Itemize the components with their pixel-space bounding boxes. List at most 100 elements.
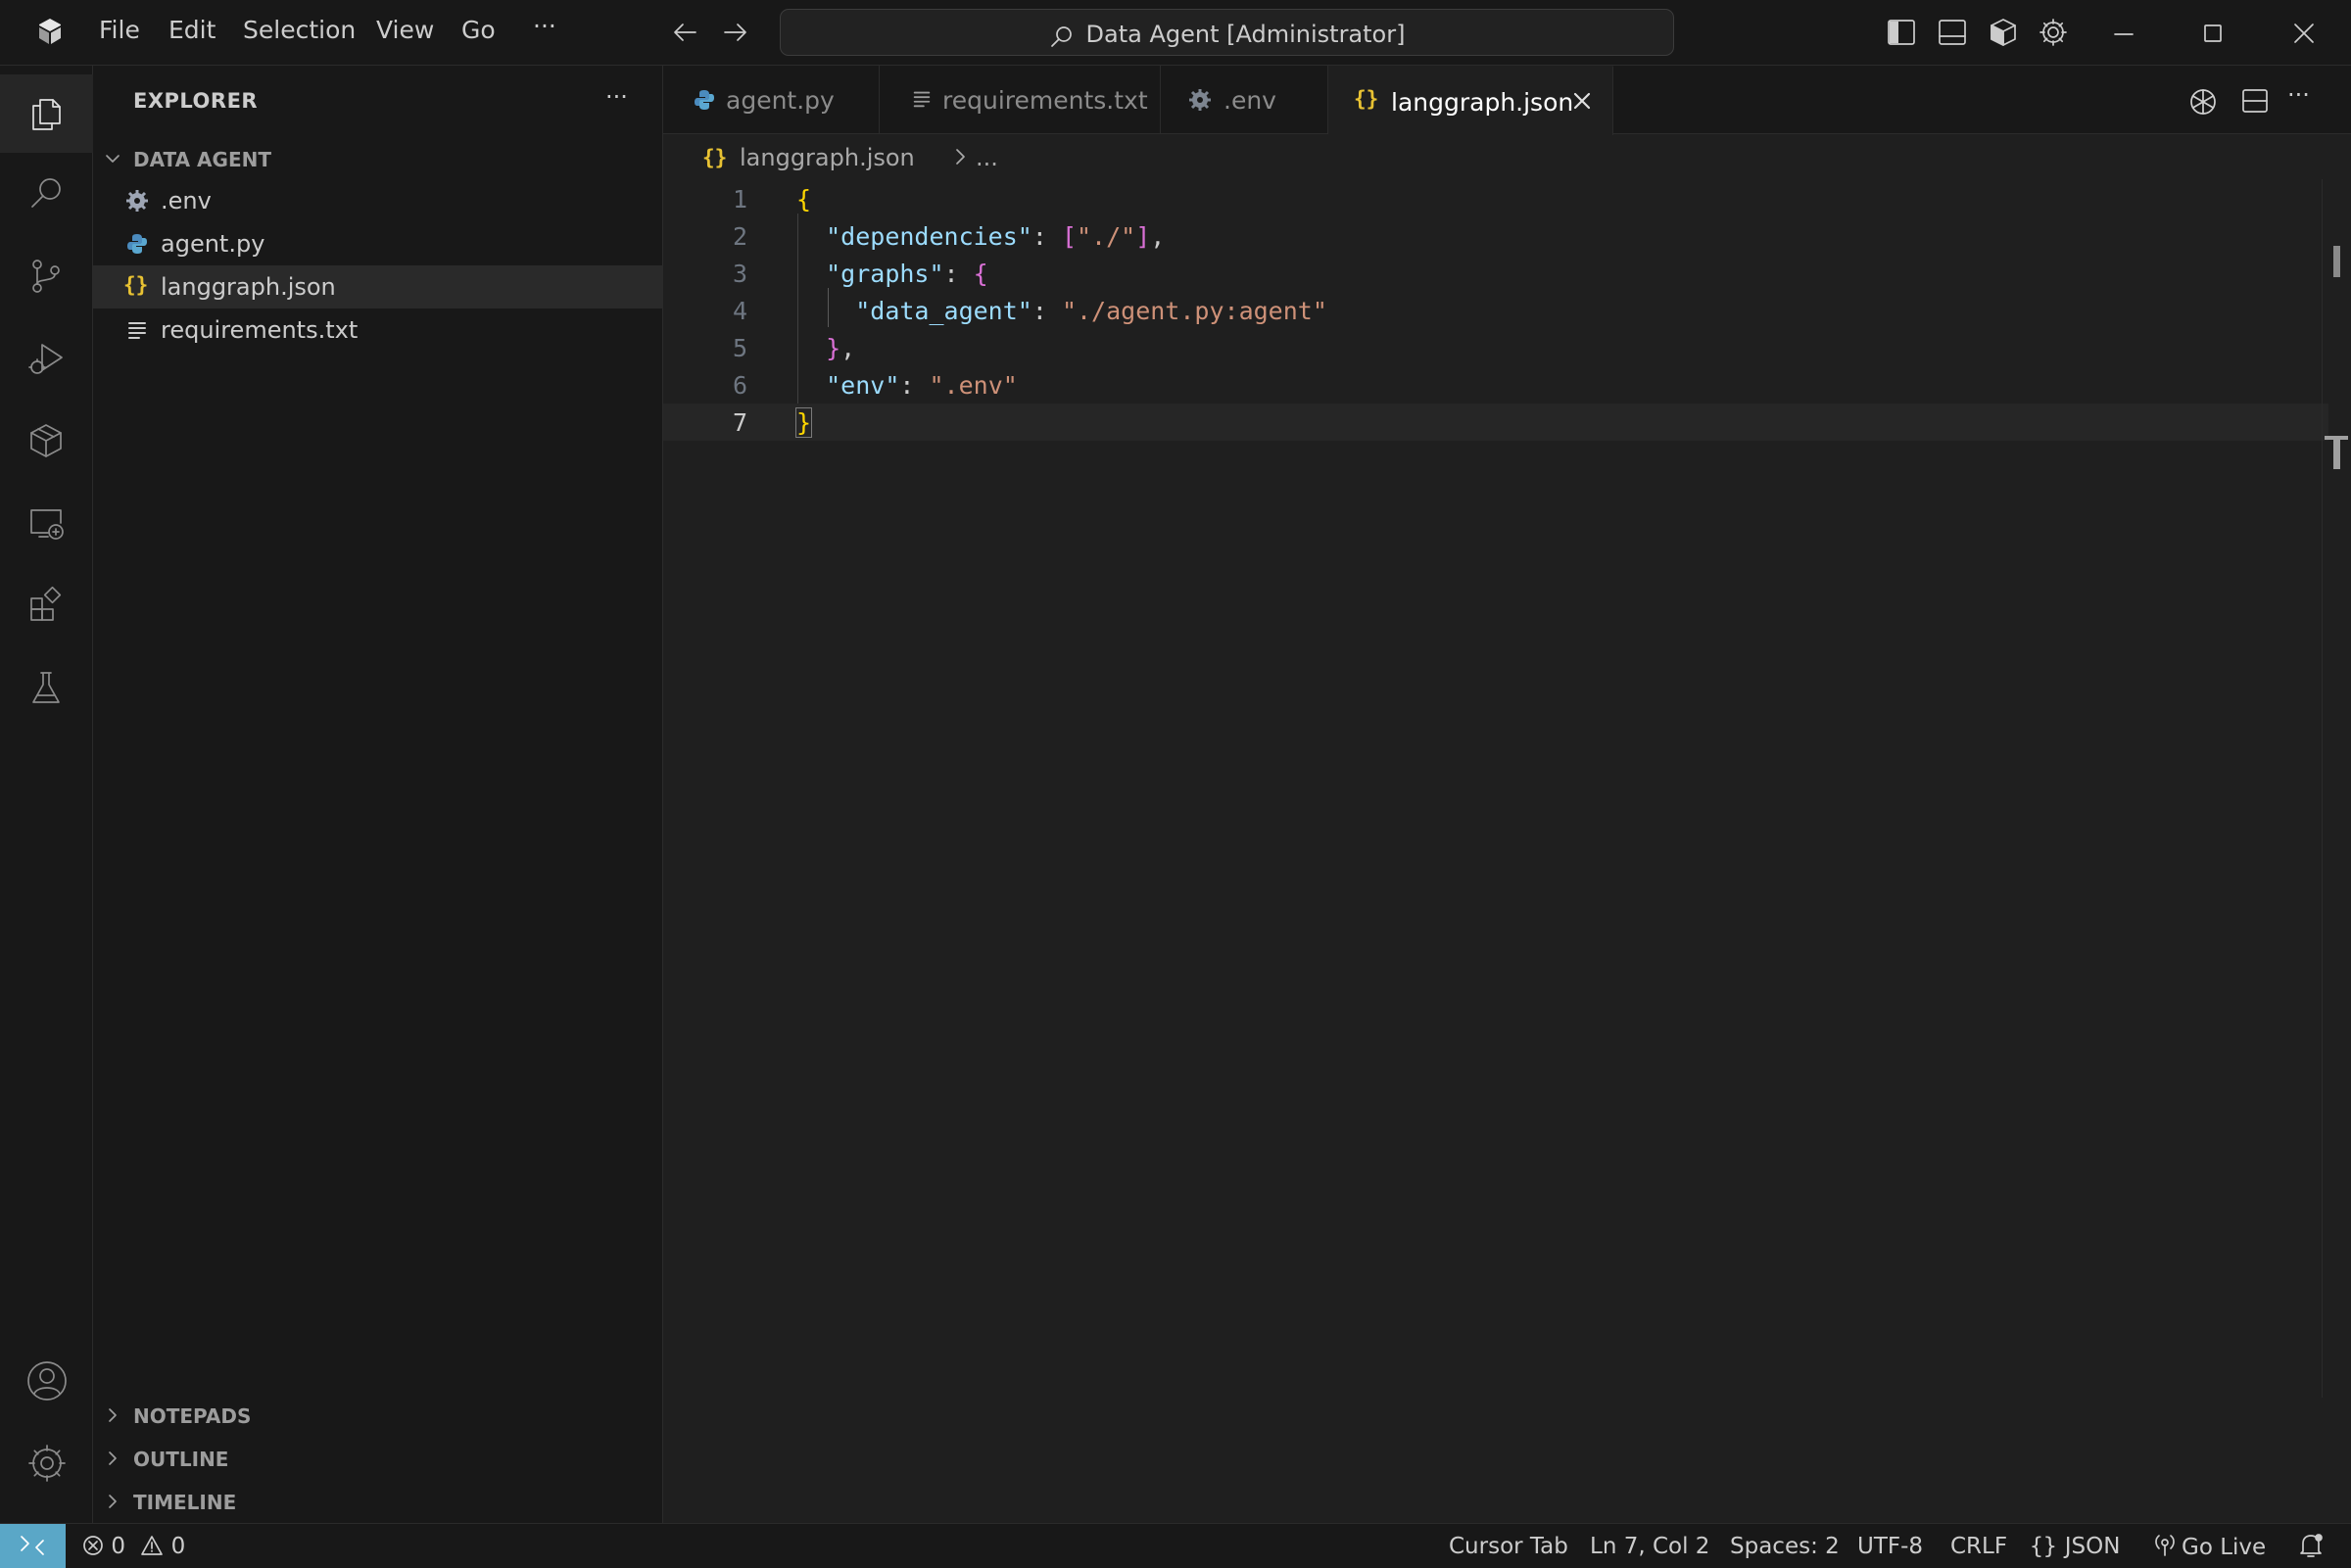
close-tab-icon[interactable]	[1570, 89, 1594, 113]
section-label: NOTEPADS	[133, 1404, 252, 1428]
section-timeline[interactable]: TIMELINE	[93, 1482, 663, 1521]
json-colon: :	[1032, 297, 1062, 325]
explorer-more-actions[interactable]: ···	[605, 83, 628, 111]
json-icon: {}	[1354, 87, 1379, 111]
warning-count: 0	[170, 1534, 186, 1559]
title-bar: File Edit Selection View Go ··· Data Age…	[0, 0, 2351, 66]
section-outline[interactable]: OUTLINE	[93, 1439, 663, 1478]
breadcrumb-symbol[interactable]: ...	[976, 144, 998, 171]
tab-langgraph-json[interactable]: {} langgraph.json	[1328, 66, 1613, 135]
remote-indicator[interactable]	[0, 1524, 66, 1568]
folder-header-data-agent[interactable]: DATA AGENT	[93, 139, 663, 178]
chevron-right-icon	[103, 1405, 122, 1425]
json-brace: {	[973, 260, 988, 288]
tab-env[interactable]: .env	[1161, 66, 1328, 134]
menu-view[interactable]: View	[376, 16, 434, 44]
menu-file[interactable]: File	[99, 16, 140, 44]
json-comma: ,	[1150, 222, 1166, 251]
activity-run-debug[interactable]	[0, 321, 93, 400]
code-line: 3 "graphs": {	[663, 255, 2328, 292]
forward-arrow-icon[interactable]	[721, 18, 750, 47]
editor-more-actions-icon[interactable]: ···	[2287, 81, 2310, 109]
python-icon	[125, 232, 149, 256]
code-line-current: 7 }	[663, 404, 2328, 441]
language-mode: JSON	[2064, 1534, 2121, 1559]
activity-explorer[interactable]	[0, 74, 93, 153]
status-encoding[interactable]: UTF-8	[1857, 1534, 1923, 1559]
chevron-down-icon	[103, 149, 122, 168]
tab-agent-py[interactable]: agent.py	[663, 66, 880, 134]
line-number: 3	[732, 260, 747, 288]
activity-packages[interactable]	[0, 404, 93, 482]
json-colon: :	[1032, 222, 1062, 251]
file-name: agent.py	[161, 230, 265, 258]
status-go-live[interactable]: Go Live	[2154, 1534, 2266, 1560]
section-label: TIMELINE	[133, 1491, 237, 1514]
json-comma: ,	[840, 334, 856, 362]
breadcrumb-file[interactable]: langgraph.json	[740, 144, 915, 171]
activity-source-control[interactable]	[0, 239, 93, 317]
file-item-agent-py[interactable]: agent.py	[93, 222, 663, 265]
tab-requirements-txt[interactable]: requirements.txt	[880, 66, 1161, 134]
window-title: Data Agent [Administrator]	[1085, 21, 1406, 48]
split-editor-icon[interactable]	[2239, 85, 2271, 117]
chevron-right-icon	[103, 1449, 122, 1468]
tab-label: langgraph.json	[1391, 88, 1574, 117]
file-item-env[interactable]: .env	[93, 179, 663, 222]
json-key: "env"	[826, 371, 900, 400]
file-item-requirements-txt[interactable]: requirements.txt	[93, 309, 663, 352]
json-colon: :	[899, 371, 930, 400]
json-bracket: [	[1061, 222, 1077, 251]
status-indentation[interactable]: Spaces: 2	[1730, 1534, 1840, 1559]
notifications-bell-icon[interactable]	[2298, 1532, 2324, 1559]
activity-bar	[0, 66, 93, 1523]
menu-edit[interactable]: Edit	[168, 16, 216, 44]
indent-guide-active	[828, 288, 829, 327]
json-key: "dependencies"	[826, 222, 1032, 251]
back-arrow-icon[interactable]	[670, 18, 699, 47]
line-number: 5	[732, 334, 747, 362]
folder-name: DATA AGENT	[133, 148, 271, 171]
status-eol[interactable]: CRLF	[1950, 1534, 2007, 1559]
chevron-right-icon	[951, 146, 971, 167]
status-bar: 0 0 Cursor Tab Ln 7, Col 2 Spaces: 2 UTF…	[0, 1523, 2351, 1568]
tab-label: .env	[1223, 86, 1276, 115]
chatgpt-icon[interactable]	[2186, 85, 2220, 119]
status-language[interactable]: {} JSON	[2030, 1534, 2120, 1559]
minimize-icon[interactable]	[2109, 20, 2138, 49]
menu-selection[interactable]: Selection	[243, 16, 356, 44]
menu-more[interactable]: ···	[533, 12, 556, 40]
warning-icon	[140, 1535, 164, 1556]
menu-go[interactable]: Go	[461, 16, 496, 44]
scrollbar-thumb[interactable]	[2333, 246, 2340, 277]
activity-remote-explorer[interactable]	[0, 486, 93, 564]
tab-label: agent.py	[726, 86, 835, 115]
activity-extensions[interactable]	[0, 568, 93, 646]
activity-search[interactable]	[0, 157, 93, 235]
editor-area: agent.py requirements.txt .env {} langgr…	[663, 66, 2351, 1523]
json-icon: {}	[123, 273, 149, 297]
maximize-icon[interactable]	[2198, 19, 2228, 48]
section-notepads[interactable]: NOTEPADS	[93, 1396, 663, 1435]
close-window-icon[interactable]	[2289, 19, 2319, 48]
toggle-primary-sidebar-icon[interactable]	[1886, 17, 1917, 48]
activity-accounts[interactable]	[0, 1342, 93, 1420]
cube-icon[interactable]	[1988, 17, 2019, 48]
status-cursor-position[interactable]: Ln 7, Col 2	[1590, 1534, 1709, 1559]
command-center-search[interactable]: Data Agent [Administrator]	[780, 9, 1674, 56]
problems-indicator[interactable]: 0 0	[82, 1534, 185, 1559]
activity-manage[interactable]	[0, 1424, 93, 1502]
editor-tabs: agent.py requirements.txt .env {} langgr…	[663, 66, 2351, 135]
line-number: 7	[732, 408, 747, 437]
activity-testing[interactable]	[0, 650, 93, 729]
json-brace: }	[826, 334, 841, 362]
toggle-panel-icon[interactable]	[1937, 17, 1968, 48]
status-cursor-tab[interactable]: Cursor Tab	[1449, 1534, 1568, 1559]
editor-scrollbar[interactable]	[2322, 179, 2351, 1398]
json-brace: }	[794, 407, 813, 438]
settings-gear-icon[interactable]	[2038, 17, 2069, 48]
json-string: ".env"	[929, 371, 1018, 400]
line-number: 1	[732, 185, 747, 214]
line-number: 4	[732, 297, 747, 325]
file-item-langgraph-json[interactable]: {} langgraph.json	[93, 265, 663, 309]
